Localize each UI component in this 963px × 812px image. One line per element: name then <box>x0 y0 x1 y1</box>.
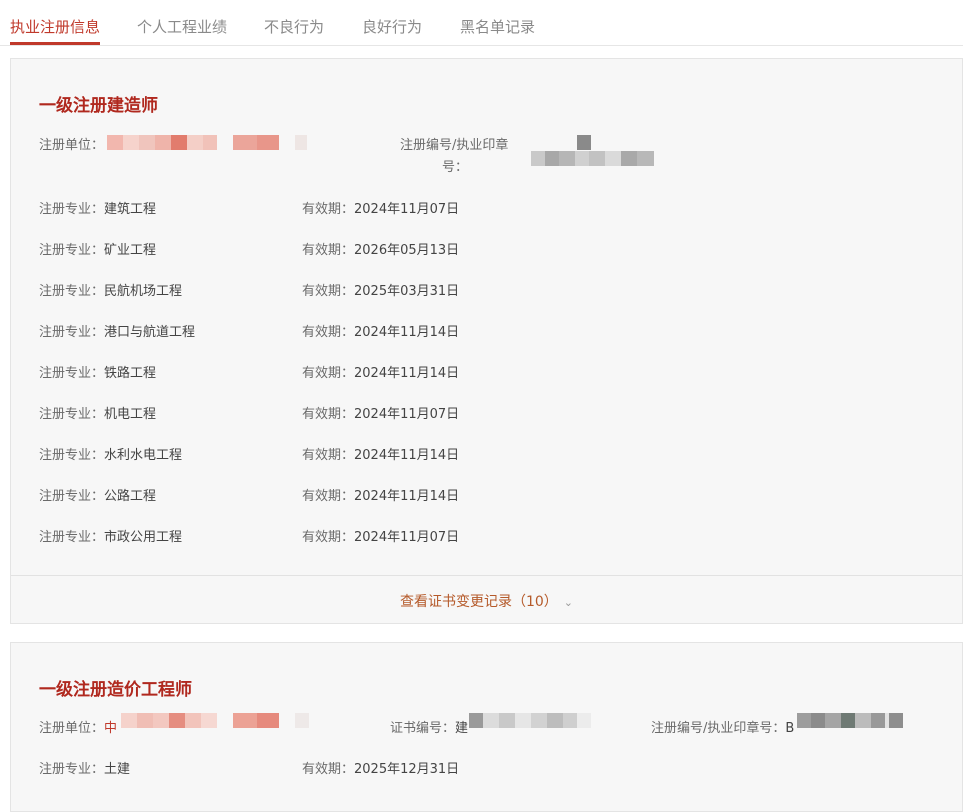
specialty-value: 水利水电工程 <box>104 448 183 463</box>
specialty-label: 注册专业：港口与航道工程 <box>39 325 196 340</box>
validity-value: 2024年11月14日 <box>354 325 460 340</box>
reg-no-label-cont: 号： <box>442 160 469 175</box>
tab-good-behavior[interactable]: 良好行为 <box>362 16 422 37</box>
specialty-label: 注册专业：建筑工程 <box>39 202 157 217</box>
validity-value: 2024年11月14日 <box>354 489 460 504</box>
validity-label: 有效期：2026年05月13日 <box>302 243 460 258</box>
validity-value: 2024年11月07日 <box>354 530 460 545</box>
constructor-certificate-card: 一级注册建造师 注册单位： 注册编号/执业印章 号： 注册专业：建筑工程 有效期… <box>10 58 963 624</box>
specialty-label: 注册专业：土建 <box>39 762 131 777</box>
reg-no-label: 注册编号/执业印章 <box>400 138 509 153</box>
specialty-label: 注册专业：民航机场工程 <box>39 284 183 299</box>
validity-label: 有效期：2024年11月07日 <box>302 407 460 422</box>
specialty-value: 公路工程 <box>104 489 157 504</box>
validity-label: 有效期：2024年11月14日 <box>302 489 460 504</box>
validity-label: 有效期：2024年11月07日 <box>302 202 460 217</box>
specialty-value: 建筑工程 <box>104 202 157 217</box>
specialty-label: 注册专业：矿业工程 <box>39 243 157 258</box>
validity-value: 2024年11月07日 <box>354 407 460 422</box>
specialty-label: 注册专业：水利水电工程 <box>39 448 183 463</box>
reg-no-label: 注册编号/执业印章号：B <box>651 721 795 736</box>
specialty-value: 机电工程 <box>104 407 157 422</box>
specialty-label: 注册专业：公路工程 <box>39 489 157 504</box>
cert-no-partial: 建 <box>455 721 469 736</box>
unit-label: 注册单位： <box>39 138 105 153</box>
tab-registration-info[interactable]: 执业注册信息 <box>10 16 100 37</box>
card-title: 一级注册建造师 <box>39 96 158 116</box>
active-tab-indicator <box>10 42 100 45</box>
validity-value: 2026年05月13日 <box>354 243 460 258</box>
validity-value: 2025年03月31日 <box>354 284 460 299</box>
cost-engineer-certificate-card: 一级注册造价工程师 注册单位：中 证书编号：建 注册编号/执业印章号：B 注册专… <box>10 642 963 812</box>
validity-label: 有效期：2024年11月14日 <box>302 366 460 381</box>
tab-personal-performance[interactable]: 个人工程业绩 <box>137 16 227 37</box>
specialty-value: 民航机场工程 <box>104 284 183 299</box>
specialty-value: 土建 <box>104 762 131 777</box>
tab-bar: 执业注册信息 个人工程业绩 不良行为 良好行为 黑名单记录 <box>0 0 963 46</box>
validity-label: 有效期：2024年11月14日 <box>302 448 460 463</box>
card-title: 一级注册造价工程师 <box>39 680 192 700</box>
unit-label: 注册单位：中 <box>39 721 118 736</box>
validity-label: 有效期：2024年11月14日 <box>302 325 460 340</box>
validity-label: 有效期：2025年12月31日 <box>302 762 460 777</box>
specialty-value: 矿业工程 <box>104 243 157 258</box>
specialty-value: 市政公用工程 <box>104 530 183 545</box>
chevron-down-icon: ⌄ <box>563 595 574 609</box>
reg-no-partial: B <box>785 721 795 736</box>
validity-value: 2024年11月07日 <box>354 202 460 217</box>
validity-value: 2024年11月14日 <box>354 448 460 463</box>
tab-bad-behavior[interactable]: 不良行为 <box>264 16 324 37</box>
specialty-label: 注册专业：铁路工程 <box>39 366 157 381</box>
specialty-label: 注册专业：机电工程 <box>39 407 157 422</box>
validity-value: 2025年12月31日 <box>354 762 460 777</box>
tab-blacklist[interactable]: 黑名单记录 <box>460 16 535 37</box>
specialty-value: 铁路工程 <box>104 366 157 381</box>
specialty-value: 港口与航道工程 <box>104 325 196 340</box>
divider <box>11 575 962 576</box>
specialty-label: 注册专业：市政公用工程 <box>39 530 183 545</box>
validity-label: 有效期：2025年03月31日 <box>302 284 460 299</box>
unit-partial: 中 <box>104 721 118 736</box>
view-change-history-button[interactable]: 查看证书变更记录（10） ⌄ <box>11 591 962 611</box>
cert-no-label: 证书编号：建 <box>390 721 469 736</box>
validity-value: 2024年11月14日 <box>354 366 460 381</box>
history-link-label: 查看证书变更记录（10） <box>399 594 558 610</box>
validity-label: 有效期：2024年11月07日 <box>302 530 460 545</box>
